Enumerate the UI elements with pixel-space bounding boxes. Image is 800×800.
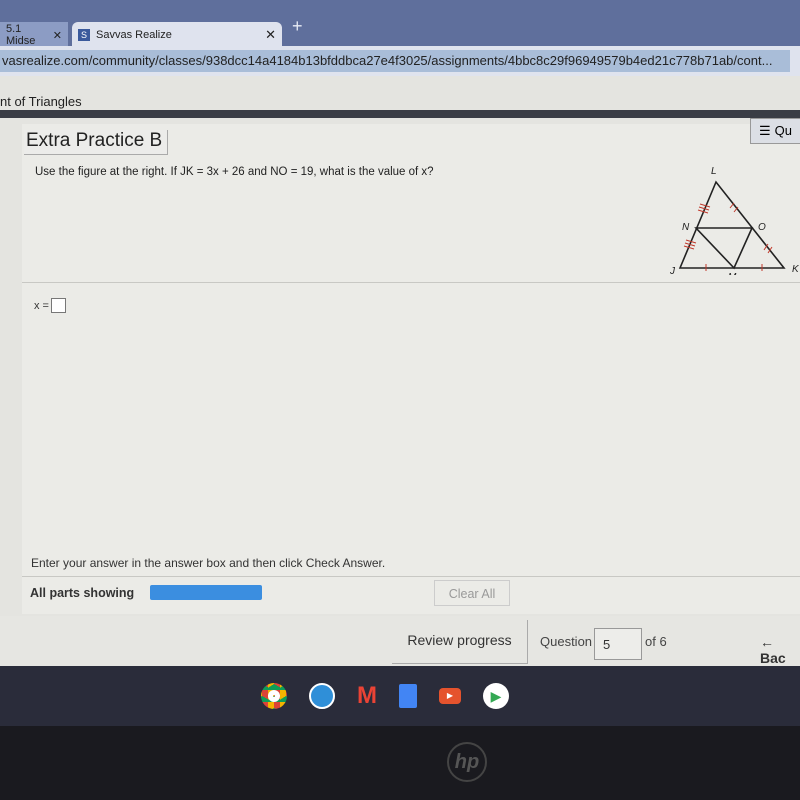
youtube-icon[interactable]: ▶	[439, 688, 461, 704]
label-o: O	[758, 222, 766, 233]
questions-button[interactable]: ☰ Qu	[750, 118, 800, 144]
address-bar[interactable]: vasrealize.com/community/classes/938dcc1…	[0, 46, 800, 76]
parts-label: All parts showing	[30, 586, 135, 600]
answer-input[interactable]	[50, 298, 66, 313]
answer-prefix: x =	[34, 299, 49, 312]
close-icon[interactable]: ✕	[265, 27, 276, 43]
label-j: J	[669, 266, 676, 275]
question-number-input[interactable]: 5	[594, 628, 642, 660]
header-divider	[0, 110, 800, 118]
hp-logo: hp	[447, 742, 487, 782]
savvas-logo-icon: S	[78, 29, 91, 41]
close-icon[interactable]: ✕	[53, 29, 62, 42]
clear-all-button[interactable]: Clear All	[434, 580, 510, 606]
url-text[interactable]: vasrealize.com/community/classes/938dcc1…	[0, 50, 790, 72]
docs-icon[interactable]	[399, 684, 417, 708]
triangle-figure: L N O J M K	[669, 166, 800, 275]
new-tab-icon[interactable]: +	[292, 16, 303, 37]
divider	[22, 576, 800, 577]
tab-savvas[interactable]: S Savvas Realize ✕	[72, 22, 282, 48]
label-n: N	[682, 222, 690, 233]
label-k: K	[792, 264, 800, 275]
question-total: of 6	[645, 634, 667, 649]
question-label: Question	[540, 634, 593, 649]
answer-row: x =	[34, 298, 66, 313]
question-card: Extra Practice B ☰ Qu Use the figure at t…	[22, 118, 800, 614]
gmail-icon[interactable]: M	[357, 682, 377, 710]
instruction-text: Enter your answer in the answer box and …	[31, 556, 386, 570]
question-text: Use the figure at the right. If JK = 3x …	[35, 166, 434, 178]
play-store-icon[interactable]: ▶	[483, 683, 509, 709]
browser-tab-bar: 5.1 Midse ✕ S Savvas Realize ✕ +	[0, 0, 800, 50]
questions-label: Qu	[774, 123, 792, 138]
chrome-icon[interactable]	[261, 683, 287, 709]
meet-icon[interactable]	[309, 683, 335, 709]
os-shelf: M ▶ ▶	[0, 666, 800, 726]
label-l: L	[711, 166, 717, 177]
tab-midse[interactable]: 5.1 Midse ✕	[0, 22, 68, 48]
triangle-jkl	[678, 180, 786, 269]
tab-label: 5.1 Midse	[6, 23, 36, 47]
review-progress-button[interactable]: Review progress	[392, 620, 528, 664]
divider	[22, 282, 800, 283]
label-m: M	[728, 272, 737, 275]
page-title: Extra Practice B	[24, 130, 169, 155]
page: nt of Triangles Extra Practice B ☰ Qu Use…	[0, 76, 800, 666]
tab-label: Savvas Realize	[96, 29, 172, 41]
back-button[interactable]: ← Bac	[760, 634, 800, 666]
footer: Review progress Question 5 of 6 ← Bac	[0, 616, 800, 666]
list-icon: ☰	[759, 123, 771, 138]
midsegments	[694, 227, 754, 270]
breadcrumb: nt of Triangles	[0, 94, 82, 109]
parts-progress-bar	[150, 585, 262, 600]
